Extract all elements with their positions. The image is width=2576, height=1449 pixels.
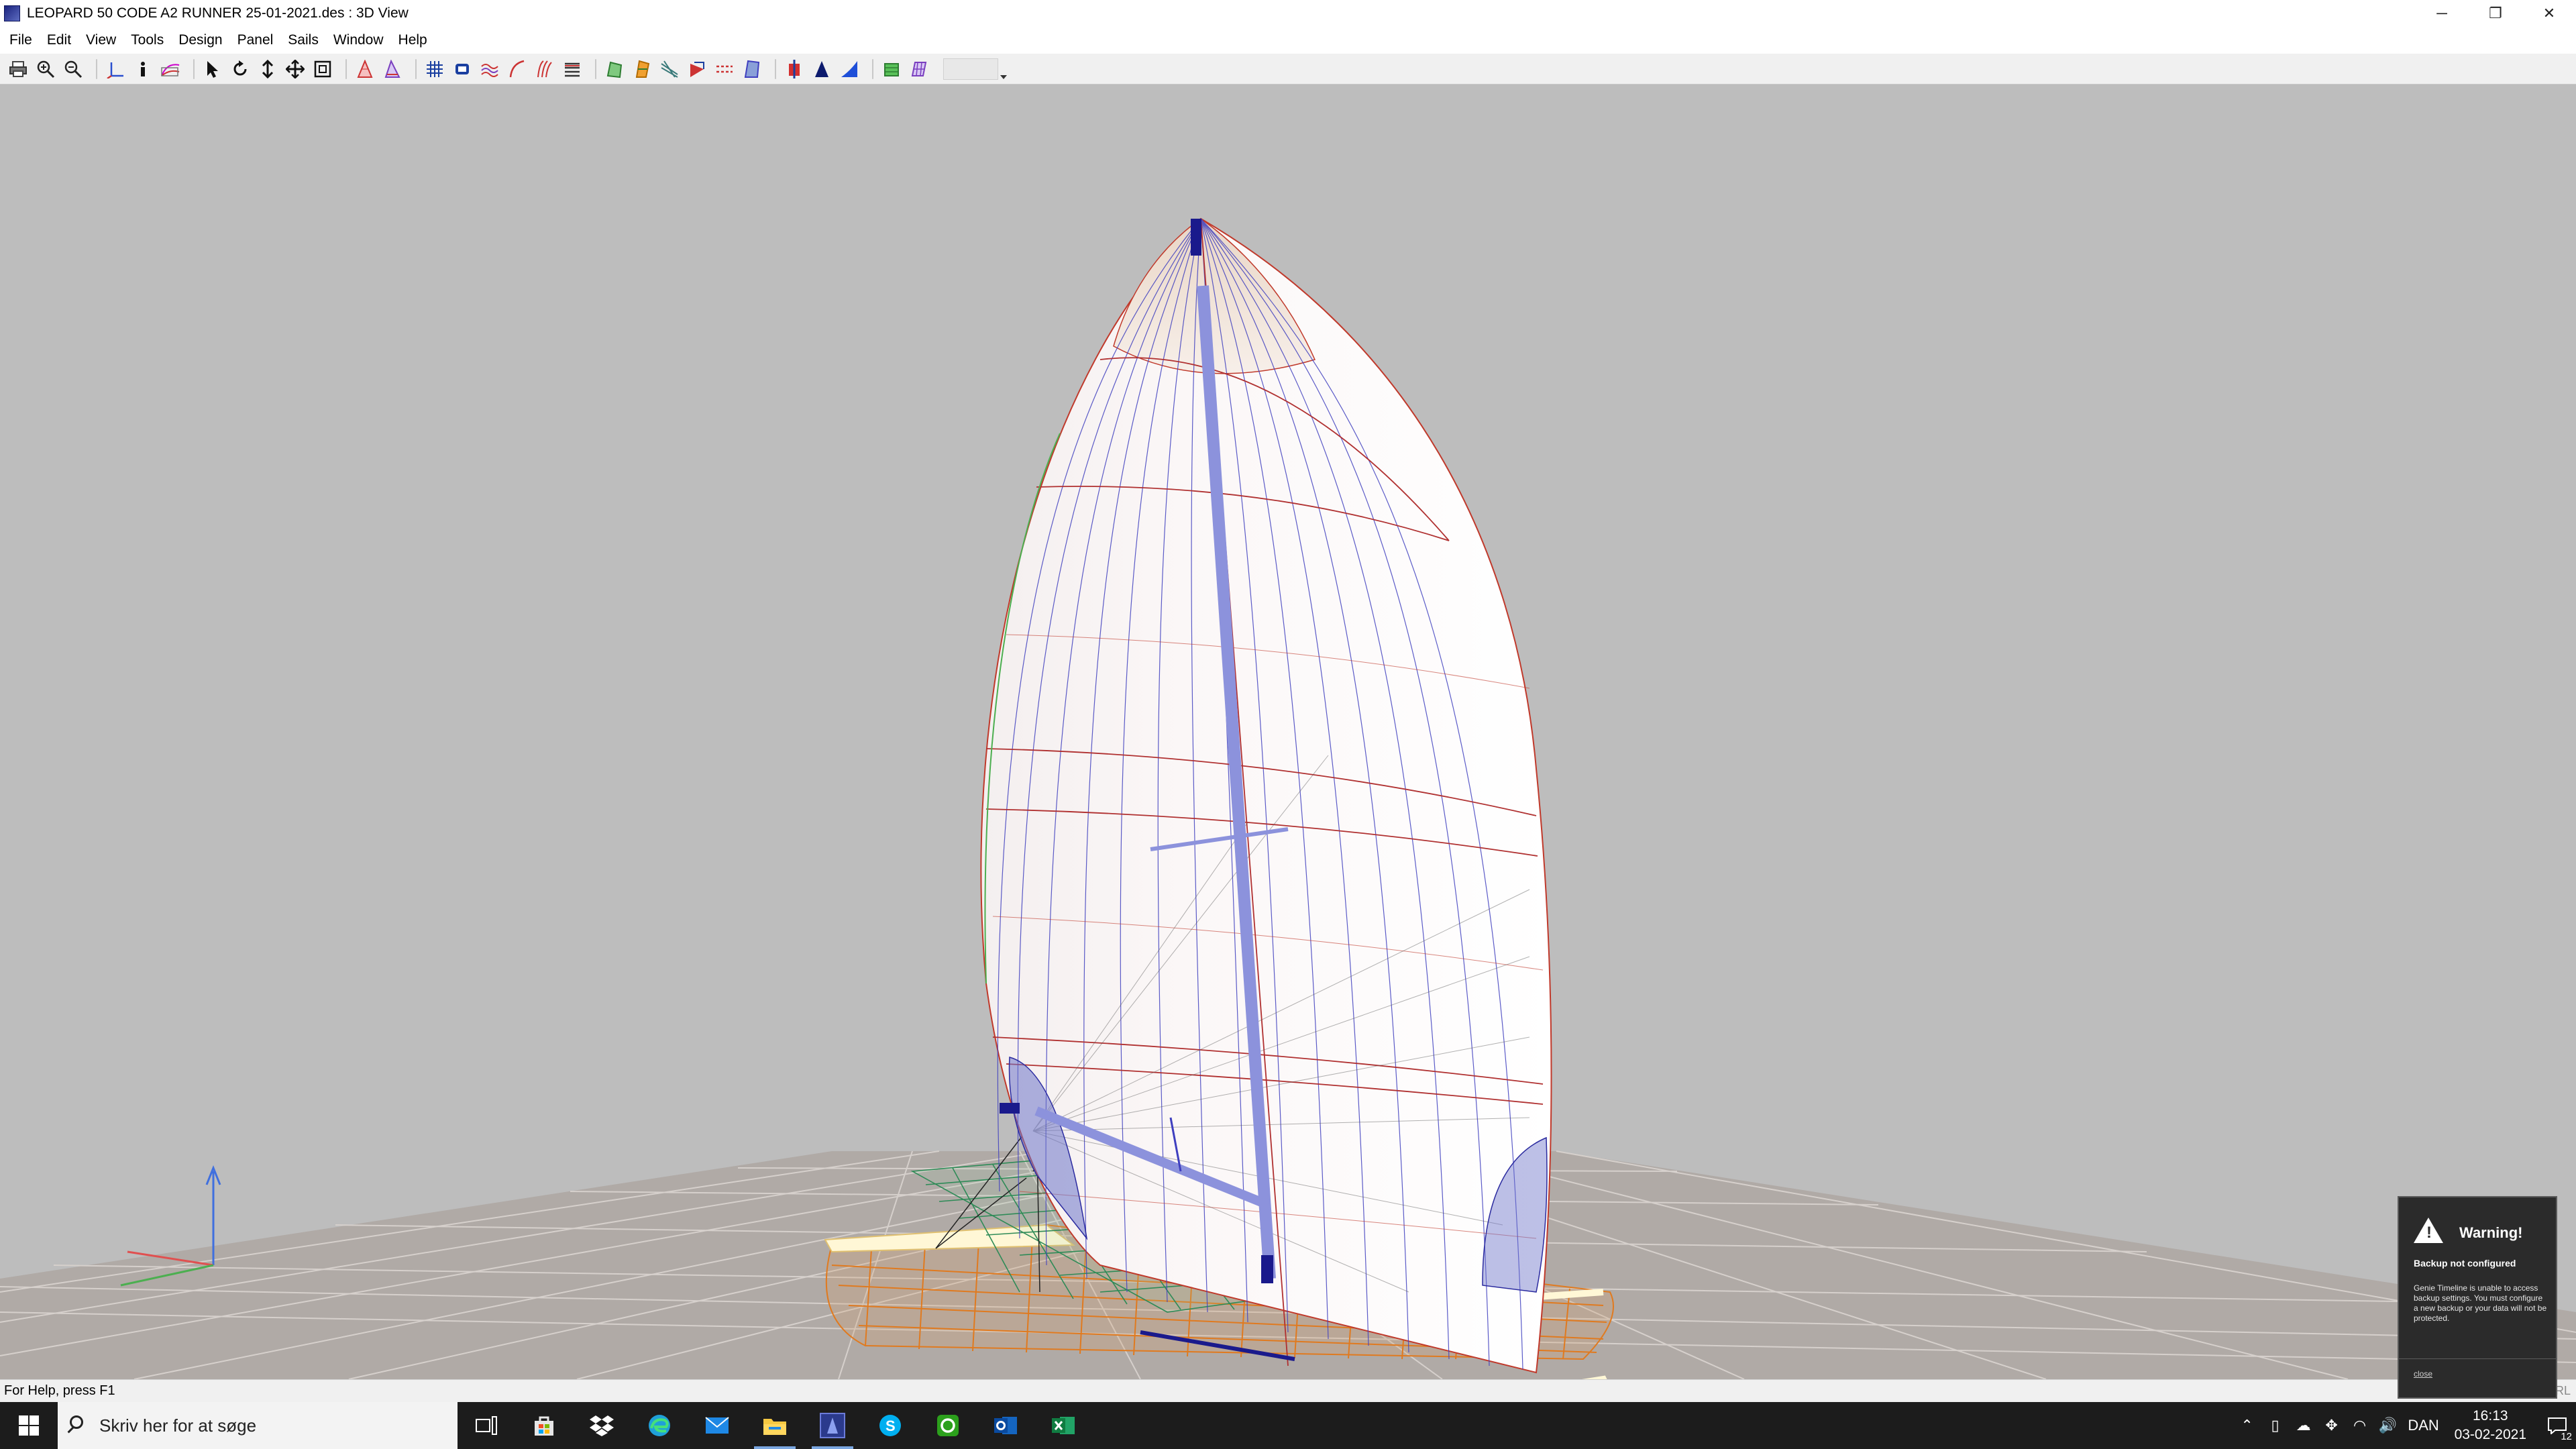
fit-view-icon[interactable] [311, 58, 334, 80]
sail-red-icon[interactable] [354, 58, 376, 80]
title-bar: LEOPARD 50 CODE A2 RUNNER 25-01-2021.des… [0, 0, 2576, 27]
axes-icon[interactable] [104, 58, 127, 80]
windows-icon [19, 1415, 39, 1436]
waves-icon[interactable] [478, 58, 501, 80]
toolbar-separator [415, 58, 417, 79]
rotate-icon[interactable] [229, 58, 252, 80]
seams-icon[interactable] [533, 58, 556, 80]
app-icon [4, 5, 20, 21]
panels-icon[interactable] [561, 58, 584, 80]
sail-app-icon[interactable] [804, 1402, 861, 1449]
3d-scene [0, 217, 2576, 1379]
clock-time: 16:13 [2473, 1408, 2508, 1424]
toolbar-separator [595, 58, 596, 79]
zoom-out-icon[interactable] [62, 58, 85, 80]
search-icon [70, 1415, 83, 1429]
clock[interactable]: 16:13 03-02-2021 [2455, 1407, 2526, 1444]
dropbox-tray-icon[interactable]: ✥ [2318, 1417, 2346, 1434]
notification-count: 12 [2561, 1431, 2572, 1442]
search-placeholder: Skriv her for at søge [99, 1415, 257, 1436]
excel-icon[interactable] [1034, 1402, 1092, 1449]
warning-toast: ! Warning! Backup not configured Genie T… [2398, 1196, 2557, 1399]
dashed-lines-icon[interactable] [713, 58, 736, 80]
menu-design[interactable]: Design [178, 32, 222, 48]
toolbar-separator [193, 58, 195, 79]
menu-file[interactable]: File [9, 32, 32, 48]
red-sail-icon[interactable] [783, 58, 806, 80]
system-tray: ⌃ ▯ ☁ ✥ ◠ 🔊 DAN 16:13 03-02-2021 12 [2233, 1402, 2576, 1449]
green-sail-icon[interactable] [603, 58, 626, 80]
chevron-up-icon[interactable]: ⌃ [2233, 1417, 2261, 1434]
task-view-icon[interactable] [458, 1402, 515, 1449]
view-mode-dropdown[interactable] [943, 58, 1007, 80]
pan-vertical-icon[interactable] [256, 58, 279, 80]
menu-bar: File Edit View Tools Design Panel Sails … [0, 27, 2576, 54]
menu-edit[interactable]: Edit [47, 32, 71, 48]
sail-purple-icon[interactable] [381, 58, 404, 80]
file-explorer-icon[interactable] [746, 1402, 804, 1449]
menu-view[interactable]: View [86, 32, 116, 48]
box-icon[interactable] [451, 58, 474, 80]
notification-center[interactable]: 12 [2538, 1402, 2576, 1449]
store-icon[interactable] [515, 1402, 573, 1449]
onedrive-icon[interactable]: ☁ [2290, 1417, 2318, 1434]
taskbar: Skriv her for at søge S ⌃ ▯ ☁ ✥ ◠ 🔊 DAN … [0, 1402, 2576, 1449]
grid-icon[interactable] [423, 58, 446, 80]
close-button[interactable]: ✕ [2522, 0, 2576, 27]
toolbar-separator [775, 58, 776, 79]
broadseam-icon[interactable] [658, 58, 681, 80]
menu-sails[interactable]: Sails [288, 32, 319, 48]
menu-window[interactable]: Window [333, 32, 384, 48]
mail-icon[interactable] [688, 1402, 746, 1449]
toast-divider [2399, 1358, 2556, 1359]
window-controls: ─ ❐ ✕ [2415, 0, 2576, 27]
toast-body: Genie Timeline is unable to access backu… [2414, 1283, 2547, 1323]
device-icon[interactable]: ▯ [2261, 1417, 2290, 1434]
select-arrow-icon[interactable] [201, 58, 224, 80]
toast-title: Warning! [2459, 1224, 2523, 1241]
curve-view-icon[interactable] [159, 58, 182, 80]
menu-help[interactable]: Help [398, 32, 427, 48]
print-icon[interactable] [7, 58, 30, 80]
dropbox-icon[interactable] [573, 1402, 631, 1449]
3d-viewport[interactable] [0, 85, 2576, 1379]
edge-icon[interactable] [631, 1402, 688, 1449]
wifi-icon[interactable]: ◠ [2346, 1417, 2374, 1434]
svg-text:S: S [885, 1417, 896, 1434]
status-bar: For Help, press F1 CRL [0, 1379, 2576, 1402]
skype-icon[interactable]: S [861, 1402, 919, 1449]
mesh-icon[interactable] [908, 58, 930, 80]
green-panel-icon[interactable] [880, 58, 903, 80]
start-button[interactable] [0, 1402, 58, 1449]
shade-icon[interactable] [741, 58, 763, 80]
minimize-button[interactable]: ─ [2415, 0, 2469, 27]
orange-sail-icon[interactable] [631, 58, 653, 80]
spreader-icon[interactable] [686, 58, 708, 80]
outlook-icon[interactable] [977, 1402, 1034, 1449]
move-icon[interactable] [284, 58, 307, 80]
status-help-text: For Help, press F1 [4, 1383, 115, 1398]
toolbar-separator [872, 58, 873, 79]
clock-date: 03-02-2021 [2454, 1427, 2526, 1442]
curve-icon[interactable] [506, 58, 529, 80]
quickbooks-icon[interactable] [919, 1402, 977, 1449]
toolbar [0, 54, 2576, 85]
menu-tools[interactable]: Tools [131, 32, 164, 48]
menu-panel[interactable]: Panel [237, 32, 274, 48]
language-indicator[interactable]: DAN [2402, 1417, 2445, 1434]
zoom-in-icon[interactable] [34, 58, 57, 80]
blue-sail-icon[interactable] [838, 58, 861, 80]
toolbar-separator [96, 58, 97, 79]
toolbar-separator [345, 58, 347, 79]
window-title: LEOPARD 50 CODE A2 RUNNER 25-01-2021.des… [27, 5, 409, 21]
blue-hull-icon[interactable] [810, 58, 833, 80]
speaker-icon[interactable]: 🔊 [2374, 1417, 2402, 1434]
toast-close-link[interactable]: close [2414, 1369, 2432, 1379]
restore-button[interactable]: ❐ [2469, 0, 2522, 27]
warning-icon: ! [2414, 1218, 2443, 1243]
toast-subtitle: Backup not configured [2414, 1258, 2516, 1269]
info-icon[interactable] [131, 58, 154, 80]
taskbar-search[interactable]: Skriv her for at søge [58, 1402, 458, 1449]
